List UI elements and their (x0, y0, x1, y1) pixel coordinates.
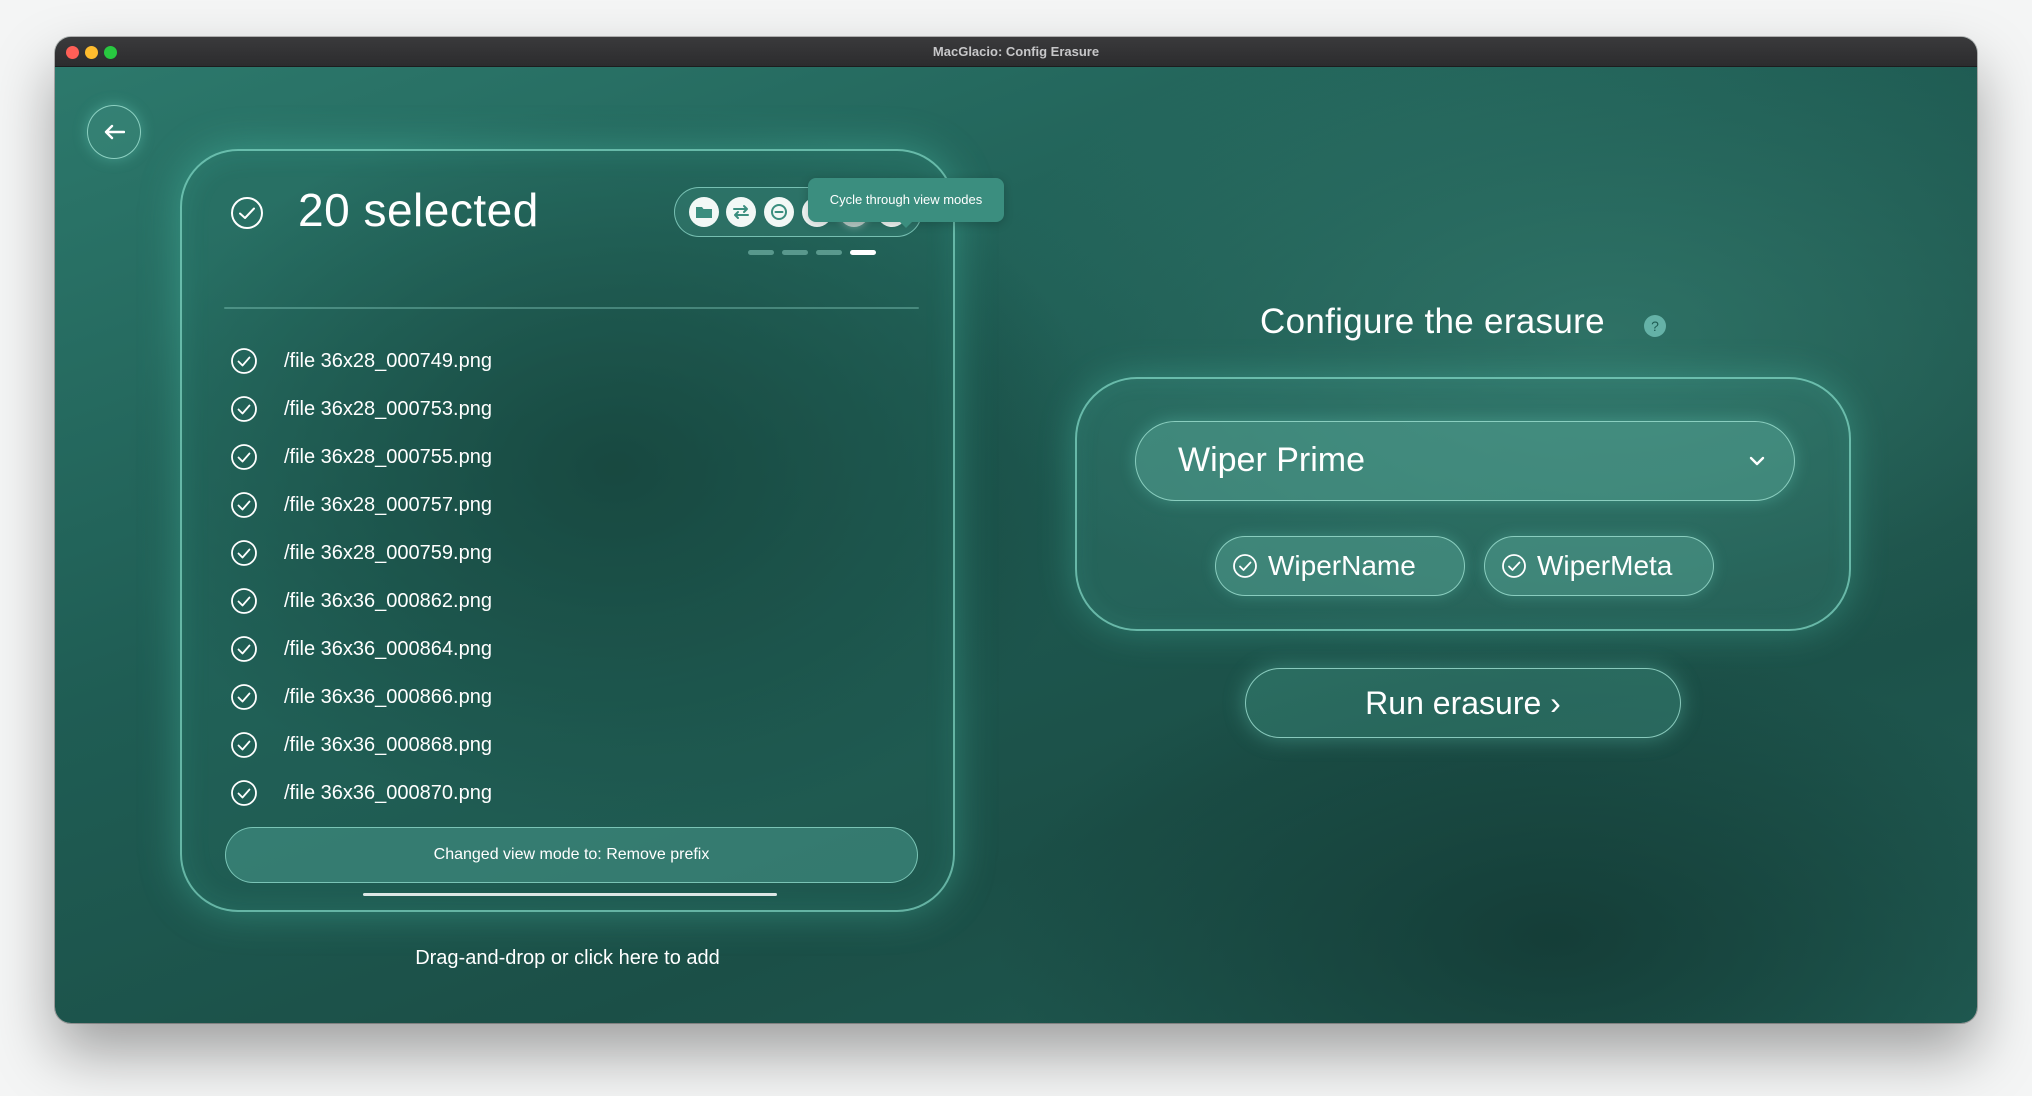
file-list-item[interactable]: /file 36x28_000749.png (230, 337, 492, 385)
file-name: /file 36x28_000753.png (284, 397, 492, 420)
file-list-item[interactable]: /file 36x28_000755.png (230, 433, 492, 481)
file-check-icon[interactable] (230, 539, 258, 567)
file-check-icon[interactable] (230, 347, 258, 375)
chevron-down-icon (1749, 456, 1765, 466)
config-title: Configure the erasure (1260, 302, 1605, 341)
view-mode-tooltip: Cycle through view modes (808, 178, 1004, 228)
wiper-select[interactable]: Wiper Prime (1135, 421, 1795, 501)
file-name: /file 36x28_000749.png (284, 349, 492, 372)
file-list-item[interactable]: /file 36x36_000864.png (230, 625, 492, 673)
swap-icon (733, 205, 750, 219)
open-folder-button[interactable] (688, 197, 719, 227)
wiper-select-value: Wiper Prime (1178, 441, 1366, 479)
file-list-item[interactable]: /file 36x36_000868.png (230, 721, 492, 769)
file-check-icon[interactable] (230, 587, 258, 615)
view-mode-dot (816, 250, 842, 255)
check-circle-icon (1233, 554, 1257, 578)
file-name: /file 36x28_000757.png (284, 493, 492, 516)
title-bar: MacGlacio: Config Erasure (55, 37, 1977, 67)
file-list-item[interactable]: /file 36x28_000757.png (230, 481, 492, 529)
option-wipermeta-toggle[interactable]: WiperMeta (1484, 536, 1714, 596)
file-name: /file 36x28_000755.png (284, 445, 492, 468)
file-check-icon[interactable] (230, 395, 258, 423)
view-mode-dot (748, 250, 774, 255)
drop-zone-hint[interactable]: Drag-and-drop or click here to add (180, 947, 955, 970)
view-mode-indicator (748, 250, 876, 255)
config-panel: Wiper Prime WiperName WiperMeta (1075, 377, 1851, 631)
back-button[interactable] (87, 105, 141, 159)
view-mode-dot-active (850, 250, 876, 255)
file-name: /file 36x36_000866.png (284, 685, 492, 708)
header-divider (224, 307, 919, 309)
option-label: WiperName (1268, 550, 1416, 581)
file-check-icon[interactable] (230, 635, 258, 663)
minus-circle-icon (771, 204, 788, 220)
file-list-item[interactable]: /file 36x36_000862.png (230, 577, 492, 625)
remove-button[interactable] (764, 197, 795, 227)
file-name: /file 36x36_000868.png (284, 733, 492, 756)
help-icon[interactable]: ? (1644, 315, 1666, 337)
arrow-left-icon (104, 124, 125, 140)
file-check-icon[interactable] (230, 491, 258, 519)
app-window: MacGlacio: Config Erasure 20 selected /f… (55, 37, 1977, 1023)
file-check-icon[interactable] (230, 443, 258, 471)
option-label: WiperMeta (1537, 550, 1673, 581)
file-name: /file 36x36_000870.png (284, 781, 492, 804)
file-list-item[interactable]: /file 36x36_000870.png (230, 769, 492, 817)
file-selection-panel[interactable]: 20 selected /file 36x28_000749.png /file… (180, 149, 955, 912)
file-check-icon[interactable] (230, 779, 258, 807)
file-name: /file 36x28_000759.png (284, 541, 492, 564)
file-check-icon[interactable] (230, 683, 258, 711)
check-circle-icon (1502, 554, 1526, 578)
view-mode-dot (782, 250, 808, 255)
run-erasure-button[interactable]: Run erasure › (1245, 668, 1681, 738)
file-list-item[interactable]: /file 36x36_000866.png (230, 673, 492, 721)
status-message: Changed view mode to: Remove prefix (225, 827, 918, 883)
select-all-check-icon[interactable] (230, 196, 264, 230)
file-list: /file 36x28_000749.png/file 36x28_000753… (230, 337, 492, 817)
folder-icon (695, 207, 712, 218)
swap-button[interactable] (726, 197, 757, 227)
status-progress-bar (363, 893, 777, 896)
file-list-item[interactable]: /file 36x28_000759.png (230, 529, 492, 577)
window-title: MacGlacio: Config Erasure (932, 44, 1100, 59)
file-list-item[interactable]: /file 36x28_000753.png (230, 385, 492, 433)
file-check-icon[interactable] (230, 731, 258, 759)
option-wipername-toggle[interactable]: WiperName (1215, 536, 1465, 596)
file-name: /file 36x36_000864.png (284, 637, 492, 660)
selected-count: 20 selected (298, 184, 539, 236)
file-name: /file 36x36_000862.png (284, 589, 492, 612)
